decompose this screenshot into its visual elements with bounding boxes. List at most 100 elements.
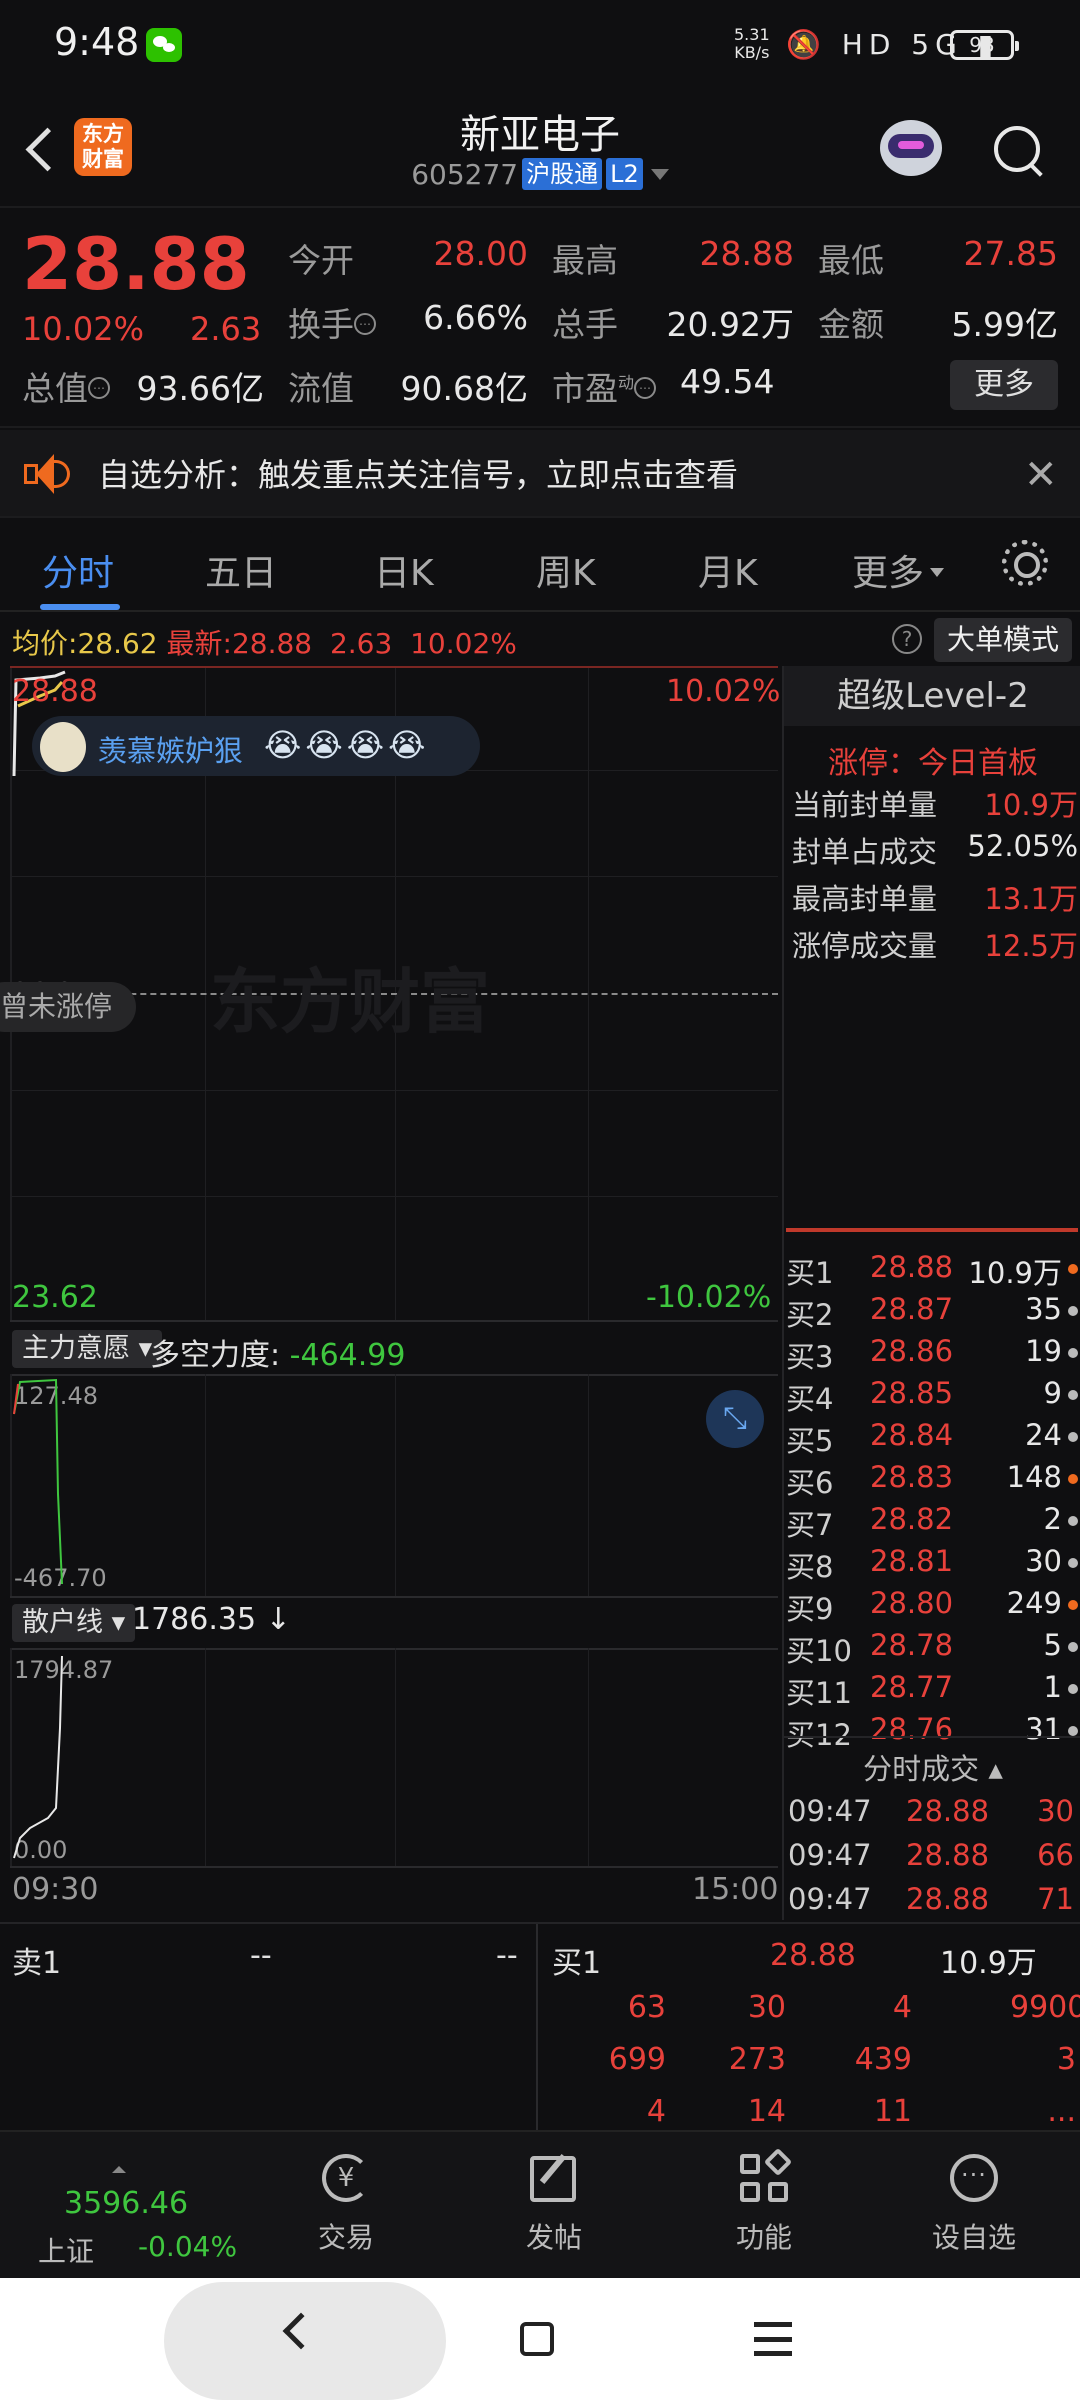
index-value[interactable]: 3596.46 xyxy=(64,2186,188,2221)
expand-icon[interactable]: ⤡ xyxy=(706,1390,764,1448)
bid-qty: 35 xyxy=(1025,1292,1062,1326)
bid-level: 买5 xyxy=(786,1424,834,1458)
volume-value: 20.92万 xyxy=(666,305,794,344)
stock-header: 东方 财富 新亚电子 605277 沪股通 L2 xyxy=(0,92,1080,208)
nav-home-icon[interactable] xyxy=(520,2322,554,2356)
market-cap-label[interactable]: 总值 ⋯ xyxy=(22,362,110,410)
nav-post[interactable]: 发帖 xyxy=(494,2152,614,2256)
bid-level: 买8 xyxy=(786,1550,834,1584)
level2-stat-label: 最高封单量 xyxy=(792,882,938,916)
tab-more[interactable]: 更多 xyxy=(852,544,945,596)
retail-line-indicator-select[interactable]: 散户线 ▾ xyxy=(12,1604,136,1642)
queue-order-size: 63 xyxy=(627,1990,666,2025)
level2-stat-value: 12.5万 xyxy=(984,929,1078,963)
queue-order-size: 14 xyxy=(747,2094,786,2129)
trade-icon: ¥ xyxy=(320,2152,372,2204)
bid-price: 28.81 xyxy=(870,1544,954,1578)
notice-bar[interactable]: 自选分析：触发重点关注信号，立即点击查看 ✕ xyxy=(0,430,1080,518)
bid-qty: 30 xyxy=(1025,1544,1062,1578)
tab-monthly-k[interactable]: 月K xyxy=(698,544,758,596)
bid-row[interactable]: 买4 28.85 9 xyxy=(786,1376,1080,1418)
queue-order-size: 4 xyxy=(892,1990,912,2025)
bid-row[interactable]: 买8 28.81 30 xyxy=(786,1544,1080,1586)
bid-row[interactable]: 买3 28.86 19 xyxy=(786,1334,1080,1376)
float-cap-label: 流值 xyxy=(288,369,354,408)
queue-order-size: 11 xyxy=(873,2094,912,2129)
tab-daily-k[interactable]: 日K xyxy=(374,544,434,596)
ticks-title[interactable]: 分时成交 ▴ xyxy=(784,1746,1080,1788)
bid-price: 28.87 xyxy=(870,1292,954,1326)
bid-qty: 148 xyxy=(1006,1460,1062,1494)
rabbit-avatar-icon xyxy=(40,722,86,772)
tick-time: 09:47 xyxy=(788,1838,872,1872)
bid-price: 28.76 xyxy=(870,1712,954,1746)
queue-order-size: 3 xyxy=(1056,2042,1076,2077)
current-price: 28.88 xyxy=(22,222,250,306)
status-bar: 9:48 5.31 KB/s 🔕 HD 5G ▮ 93 xyxy=(0,0,1080,92)
queue-order-size: ... xyxy=(1047,2094,1076,2129)
bid-row[interactable]: 买6 28.83 148 xyxy=(786,1460,1080,1502)
avg-new-readout: 均价:28.62 最新:28.88 2.63 10.02% xyxy=(12,627,517,660)
intraday-chart[interactable]: 东方财富 28.88 10.02% 26.25 曾未涨停 23.62 -10.0… xyxy=(0,666,780,1920)
bid-row[interactable]: 买9 28.80 249 xyxy=(786,1586,1080,1628)
bid-row[interactable]: 买7 28.82 2 xyxy=(786,1502,1080,1544)
main-force-indicator-select[interactable]: 主力意愿 ▾ xyxy=(12,1330,163,1368)
notice-text[interactable]: 自选分析：触发重点关注信号，立即点击查看 xyxy=(98,450,738,496)
tick-price: 28.88 xyxy=(906,1794,990,1828)
nav-trade[interactable]: ¥ 交易 xyxy=(286,2152,406,2256)
wechat-icon xyxy=(146,28,182,62)
tick-row: 09:47 28.88 66 xyxy=(788,1838,1078,1882)
level2-stat-row: 封单占成交 52.05% xyxy=(792,829,1078,871)
battery-icon: 93 xyxy=(950,30,1019,60)
pe-label[interactable]: 市盈动 ⋯ xyxy=(552,362,657,410)
close-icon[interactable]: ✕ xyxy=(1024,452,1058,498)
open-label: 今开 xyxy=(288,241,354,280)
level2-stat-row: 最高封单量 13.1万 xyxy=(792,876,1078,918)
order-queue-panel: 卖1 -- -- 买1 28.88 10.9万 63 30 4 9900 699 273 4… xyxy=(0,1922,1080,2130)
activity-dot xyxy=(1068,1516,1078,1526)
nav-functions[interactable]: 功能 xyxy=(704,2147,824,2256)
bid-price: 28.80 xyxy=(870,1586,954,1620)
bid-row[interactable]: 买11 28.77 1 xyxy=(786,1670,1080,1712)
bid-row[interactable]: 买10 28.78 5 xyxy=(786,1628,1080,1670)
level2-title[interactable]: 超级Level-2 xyxy=(784,666,1080,726)
never-limit-up-tag[interactable]: 曾未涨停 xyxy=(0,982,137,1032)
nav-menu-icon[interactable] xyxy=(754,2322,792,2356)
tab-weekly-k[interactable]: 周K xyxy=(536,544,596,596)
level2-stat-value: 52.05% xyxy=(967,829,1078,863)
nav-add-watchlist[interactable]: ··· 设自选 xyxy=(914,2152,1034,2256)
help-icon[interactable]: ? xyxy=(892,624,922,654)
float-cap-value: 90.68亿 xyxy=(400,369,528,408)
tab-five-day[interactable]: 五日 xyxy=(205,544,277,596)
level2-stat-label: 涨停成交量 xyxy=(792,929,938,963)
limit-status: 涨停：今日首板 xyxy=(828,746,1038,781)
bid-level: 买9 xyxy=(786,1592,834,1626)
bid-qty: 19 xyxy=(1025,1334,1062,1368)
level2-stat-label: 封单占成交 xyxy=(792,835,938,869)
tick-volume: 66 xyxy=(1037,1838,1074,1872)
bid-row[interactable]: 买2 28.87 35 xyxy=(786,1292,1080,1334)
change-amount: 2.63 xyxy=(190,310,262,348)
settings-gear-icon[interactable] xyxy=(1002,540,1048,586)
turnover-label[interactable]: 换手 ⋯ xyxy=(288,298,376,346)
comment-badge[interactable]: 羡慕嫉妒狠 😭😭😭😭 xyxy=(32,716,480,776)
tab-intraday[interactable]: 分时 xyxy=(42,544,114,596)
tick-time: 09:47 xyxy=(788,1794,872,1828)
robot-assistant-icon[interactable] xyxy=(874,116,948,186)
big-order-mode-button[interactable]: 大单模式 xyxy=(934,618,1072,662)
bid-qty: 24 xyxy=(1025,1418,1062,1452)
bid-qty: 249 xyxy=(1006,1586,1062,1620)
more-button[interactable]: 更多 xyxy=(950,360,1058,410)
bid-price: 28.82 xyxy=(870,1502,954,1536)
bid-row[interactable]: 买5 28.84 24 xyxy=(786,1418,1080,1460)
queue-order-size: 439 xyxy=(854,2042,912,2077)
level2-panel: 超级Level-2 涨停：今日首板 当前封单量 10.9万 封单占成交 52.05% 最… xyxy=(782,666,1080,1920)
long-short-readout: 多空力度: -464.99 xyxy=(150,1338,406,1373)
activity-dot xyxy=(1068,1264,1078,1274)
expand-up-icon[interactable] xyxy=(112,2166,126,2173)
top-price-label: 28.88 xyxy=(12,674,98,709)
search-icon[interactable] xyxy=(990,122,1046,178)
ask1-price: -- xyxy=(250,1938,272,1973)
tick-price: 28.88 xyxy=(906,1838,990,1872)
bid-row[interactable]: 买1 28.88 10.9万 xyxy=(786,1250,1080,1292)
